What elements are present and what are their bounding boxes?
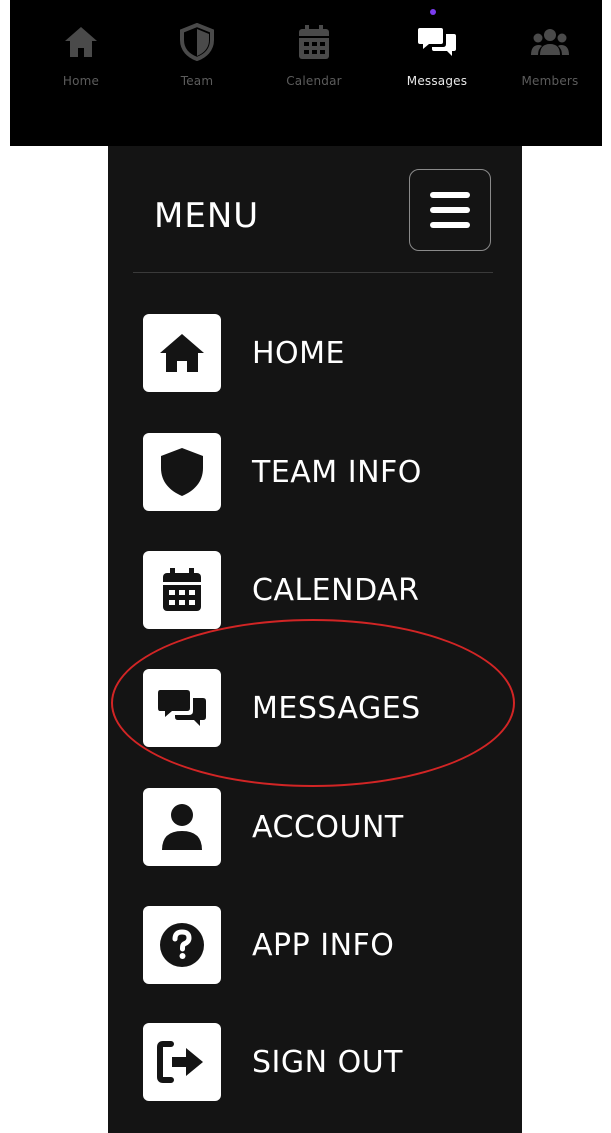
menu-item-label: ACCOUNT <box>252 809 404 845</box>
bottom-nav-bar: Home Team Calendar Messages Members <box>10 0 602 146</box>
tab-members[interactable]: Members <box>495 22 605 102</box>
menu-item-app-info[interactable]: APP INFO <box>143 906 503 984</box>
menu-title: MENU <box>154 196 260 236</box>
shield-icon <box>143 433 221 511</box>
home-icon <box>143 314 221 392</box>
tab-label: Members <box>521 74 579 88</box>
tab-team[interactable]: Team <box>142 22 252 102</box>
users-icon <box>530 22 570 62</box>
home-icon <box>61 22 101 62</box>
menu-item-team-info[interactable]: TEAM INFO <box>143 433 503 511</box>
menu-item-home[interactable]: HOME <box>143 314 503 392</box>
side-menu: MENU HOME TEAM INFO CALENDAR MESSAGES AC… <box>108 146 522 1133</box>
tab-messages[interactable]: Messages <box>382 9 492 102</box>
menu-item-label: MESSAGES <box>252 690 421 726</box>
divider <box>133 272 493 273</box>
menu-item-messages[interactable]: MESSAGES <box>143 669 503 747</box>
tab-label: Messages <box>406 74 468 88</box>
menu-item-label: SIGN OUT <box>252 1044 404 1080</box>
menu-item-sign-out[interactable]: SIGN OUT <box>143 1023 503 1101</box>
active-tab-indicator <box>430 9 436 15</box>
hamburger-icon <box>430 192 470 198</box>
user-icon <box>143 788 221 866</box>
shield-icon <box>177 22 217 62</box>
menu-item-label: TEAM INFO <box>252 454 422 490</box>
tab-label: Calendar <box>286 74 342 88</box>
tab-home[interactable]: Home <box>26 22 136 102</box>
sign-out-icon <box>143 1023 221 1101</box>
question-icon <box>143 906 221 984</box>
chat-icon <box>143 669 221 747</box>
tab-calendar[interactable]: Calendar <box>259 22 369 102</box>
menu-item-label: HOME <box>252 335 346 371</box>
hamburger-line <box>430 222 470 228</box>
calendar-icon <box>143 551 221 629</box>
menu-item-label: CALENDAR <box>252 572 420 608</box>
calendar-icon <box>294 22 334 62</box>
menu-toggle-button[interactable] <box>409 169 491 251</box>
chat-icon <box>417 22 457 62</box>
tab-label: Team <box>180 74 214 88</box>
tab-label: Home <box>62 74 100 88</box>
menu-item-account[interactable]: ACCOUNT <box>143 788 503 866</box>
menu-item-calendar[interactable]: CALENDAR <box>143 551 503 629</box>
hamburger-line <box>430 207 470 213</box>
menu-item-label: APP INFO <box>252 927 395 963</box>
